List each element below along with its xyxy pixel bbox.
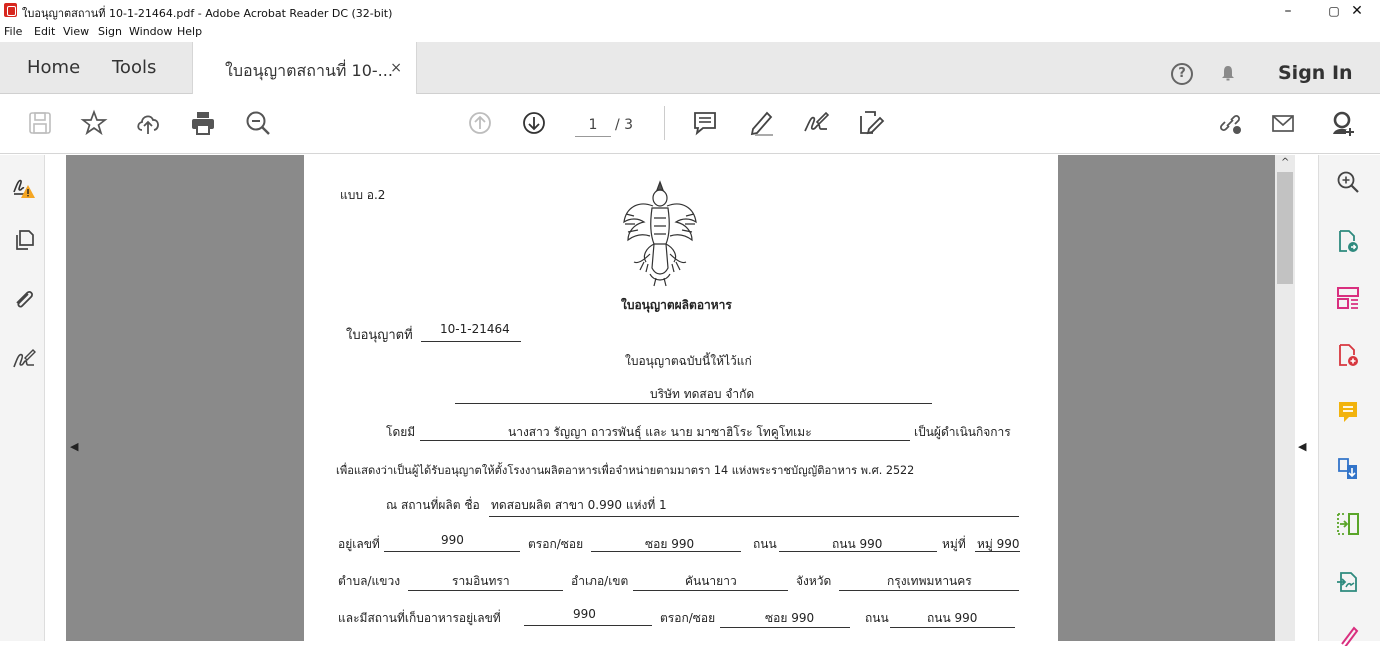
comment-tool-icon[interactable] [1336,400,1360,424]
storage-alley-value: ซอย 990 [765,611,815,625]
storage-road-value: ถนน 990 [927,611,978,625]
right-tools-rail [1318,155,1380,641]
garuda-emblem [623,180,697,287]
toolbar-divider [664,106,665,140]
site-name: ทดสอบผลิต สาขา 0.990 แห่งที่ 1 [491,498,667,512]
license-number: 10-1-21464 [440,322,510,336]
menu-window[interactable]: Window [129,25,172,38]
collapse-left-panel-icon[interactable]: ◀ [70,440,78,453]
province-value: กรุงเทพมหานคร [887,574,972,588]
export-pdf-icon[interactable] [1336,229,1360,253]
notification-bell-icon[interactable] [1220,65,1236,81]
subdistrict-underline [408,590,563,591]
license-number-label: ใบอนุญาตที่ [346,328,413,343]
site-label: ณ สถานที่ผลิต ชื่อ [386,498,480,512]
zoom-in-icon[interactable] [1336,170,1360,194]
license-number-underline [421,341,521,342]
signature-panel-icon[interactable] [12,347,36,371]
address-no: 990 [441,533,464,547]
district-value: คันนายาว [685,574,737,588]
add-user-icon[interactable] [1328,108,1358,138]
storage-label: และมีสถานที่เก็บอาหารอยู่เลขที่ [338,611,501,625]
tab-document[interactable]: ใบอนุญาตสถานที่ 10-... × [192,42,417,94]
window-title: ใบอนุญาตสถานที่ 10-1-21464.pdf - Adobe A… [22,7,393,20]
district-label: อำเภอ/เขต [571,574,629,588]
save-icon[interactable] [25,108,55,138]
acrobat-app-icon [4,3,17,17]
close-window-button[interactable]: ✕ [1334,0,1380,22]
operator-underline [420,440,910,441]
site-underline [489,516,1019,517]
scrollbar-thumb[interactable] [1277,172,1293,284]
menu-view[interactable]: View [63,25,89,38]
menu-sign[interactable]: Sign [98,25,122,38]
extract-pages-icon[interactable] [1336,512,1360,536]
storage-alley-label: ตรอก/ซอย [660,611,716,625]
organize-pages-icon[interactable] [1336,286,1360,310]
fill-and-sign-tool-icon[interactable] [1336,622,1360,646]
alley-underline [591,551,741,552]
company-underline [455,403,932,404]
form-code: แบบ อ.2 [340,188,386,202]
moo-underline [975,551,1020,552]
issued-to-label: ใบอนุญาตฉบับนี้ให้ไว้แก่ [625,354,752,368]
fill-sign-icon[interactable] [801,108,831,138]
attachment-paperclip-icon[interactable] [12,288,36,312]
menu-edit[interactable]: Edit [34,25,55,38]
storage-road-label: ถนน [865,611,889,625]
document-heading: ใบอนุญาตผลิตอาหาร [621,298,732,312]
moo-label: หมู่ที่ [942,537,966,551]
tab-home[interactable]: Home [27,57,80,78]
highlight-pen-icon[interactable] [746,108,776,138]
page-total: / 3 [615,117,634,133]
previous-page-icon[interactable] [465,108,495,138]
province-underline [839,590,1019,591]
minimize-button[interactable]: – [1265,0,1311,22]
menu-help[interactable]: Help [177,25,202,38]
upload-cloud-icon[interactable] [133,108,163,138]
menu-bar: File Edit View Sign Window Help [0,22,1380,42]
road-underline [779,551,937,552]
scroll-up-arrow-icon[interactable]: ^ [1281,157,1289,168]
province-label: จังหวัด [796,574,832,588]
page-number-input[interactable]: 1 [575,117,611,137]
edit-pdf-icon[interactable] [855,108,885,138]
road-label: ถนน [753,537,777,551]
document-tab-label: ใบอนุญาตสถานที่ 10-... [225,61,393,80]
alley-label: ตรอก/ซอย [528,537,584,551]
tab-tools[interactable]: Tools [112,57,156,78]
district-underline [633,590,788,591]
collapse-right-panel-icon[interactable]: ◀ [1298,440,1306,453]
operator-suffix: เป็นผู้ดำเนินกิจการ [914,425,1011,439]
next-page-icon[interactable] [519,108,549,138]
compress-pdf-icon[interactable] [1336,457,1360,481]
email-icon[interactable] [1268,108,1298,138]
close-tab-icon[interactable]: × [390,60,402,76]
operator-by-label: โดยมี [386,425,416,439]
signature-warning-icon[interactable] [12,176,36,200]
storage-no-underline [524,625,652,626]
page-thumbnails-icon[interactable] [12,228,36,252]
comment-icon[interactable] [690,108,720,138]
storage-alley-underline [720,627,850,628]
company-name: บริษัท ทดสอบ จำกัด [650,387,755,401]
send-for-signature-icon[interactable] [1336,570,1360,594]
license-statement: เพื่อแสดงว่าเป็นผู้ได้รับอนุญาตให้ตั้งโร… [336,464,915,477]
storage-road-underline [890,627,1015,628]
menu-file[interactable]: File [4,25,22,38]
create-pdf-icon[interactable] [1336,343,1360,367]
subdistrict-label: ตำบล/แขวง [338,574,401,588]
address-no-underline [384,551,520,552]
title-bar: ใบอนุญาตสถานที่ 10-1-21464.pdf - Adobe A… [0,0,1380,22]
address-no-label: อยู่เลขที่ [338,537,380,551]
subdistrict-value: รามอินทรา [452,574,510,588]
sign-in-button[interactable]: Sign In [1278,62,1353,84]
share-link-icon[interactable] [1215,108,1245,138]
bookmark-star-icon[interactable] [79,108,109,138]
storage-no: 990 [573,607,596,621]
help-icon[interactable]: ? [1171,63,1193,85]
print-icon[interactable] [188,108,218,138]
zoom-out-icon[interactable] [243,108,273,138]
